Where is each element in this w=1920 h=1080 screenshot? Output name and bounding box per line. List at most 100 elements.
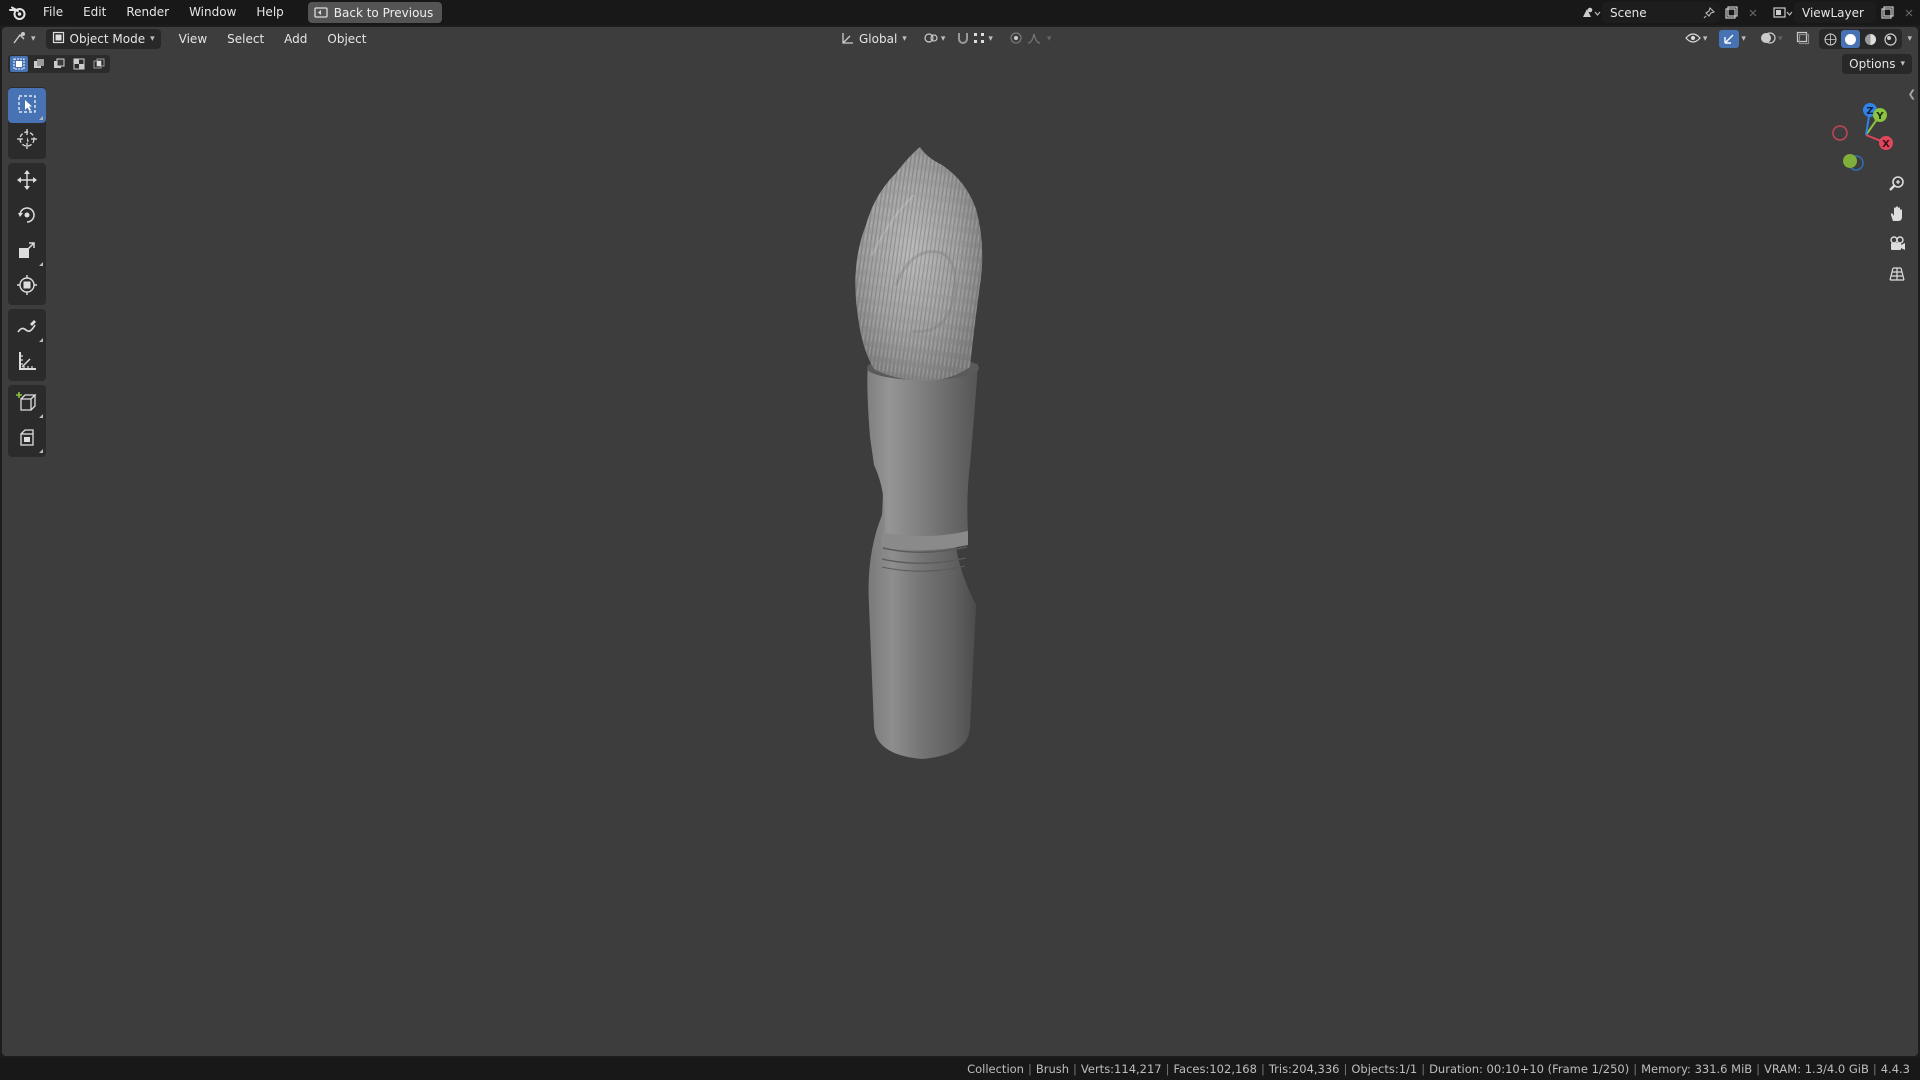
transform-tools-group	[8, 163, 46, 305]
brush-model-render	[792, 135, 1052, 855]
select-subtract-icon[interactable]	[50, 56, 68, 72]
mode-selector[interactable]: Object Mode ▾	[45, 29, 161, 49]
new-viewlayer-icon[interactable]	[1876, 2, 1898, 23]
shading-modes	[1819, 29, 1903, 49]
material-shading-icon[interactable]	[1861, 30, 1880, 48]
xray-toggle[interactable]	[1793, 29, 1813, 49]
cursor-icon	[16, 128, 38, 153]
gizmo-neg-x-icon[interactable]	[1832, 125, 1848, 141]
status-tris: Tris:204,336	[1268, 1062, 1340, 1076]
menu-object[interactable]: Object	[317, 27, 376, 51]
move-icon	[16, 169, 38, 194]
sidebar-toggle-chevron-icon[interactable]: ❮	[1908, 89, 1916, 100]
select-box-icon	[17, 94, 37, 117]
overlays-icon	[1760, 31, 1776, 48]
chevron-down-icon: ▾	[1900, 59, 1905, 69]
solid-shading-icon[interactable]	[1841, 30, 1861, 48]
wireframe-shading-icon[interactable]	[1821, 30, 1840, 48]
navigation-gizmo[interactable]: Z Y X	[1826, 91, 1906, 171]
xray-icon	[1796, 31, 1810, 48]
menu-add[interactable]: Add	[274, 27, 317, 51]
orientation-label: Global	[859, 32, 898, 46]
select-invert-icon[interactable]	[70, 56, 88, 72]
gizmo-z-label: Z	[1866, 106, 1873, 117]
viewlayer-name: ViewLayer	[1802, 5, 1864, 20]
viewlayer-name-field[interactable]: ViewLayer	[1794, 2, 1876, 23]
overlays-toggle[interactable]: ▾	[1757, 29, 1786, 49]
chevron-down-icon: ▾	[902, 34, 907, 44]
transform-tools: Global ▾ ▾ ▾ ▾	[836, 29, 1054, 49]
blender-logo-icon[interactable]	[3, 0, 33, 25]
rendered-shading-icon[interactable]	[1881, 30, 1900, 48]
pan-hand-icon[interactable]	[1883, 200, 1911, 228]
shading-options-chevron-icon[interactable]: ▾	[1907, 34, 1912, 44]
pin-icon[interactable]	[1698, 2, 1720, 23]
selection-mode-buttons	[8, 55, 110, 73]
menu-select[interactable]: Select	[217, 27, 274, 51]
orientation-axes-icon	[840, 31, 854, 48]
zoom-icon[interactable]	[1883, 170, 1911, 198]
move-tool[interactable]	[8, 164, 46, 199]
snap-grid-icon	[972, 31, 986, 48]
add-object-tool[interactable]	[8, 421, 46, 456]
status-collection: Collection	[967, 1062, 1024, 1076]
rotate-tool[interactable]	[8, 199, 46, 234]
transform-tool[interactable]	[8, 269, 46, 304]
gizmo-y-label: Y	[1875, 111, 1884, 122]
chevron-down-icon: ▾	[1046, 34, 1052, 44]
transform-icon	[16, 274, 38, 299]
gizmo-x-label: X	[1882, 139, 1890, 150]
menu-window[interactable]: Window	[179, 0, 246, 25]
orientation-selector[interactable]: Global ▾	[836, 29, 911, 49]
menu-file[interactable]: File	[33, 0, 73, 25]
select-new-icon[interactable]	[10, 56, 28, 72]
camera-icon[interactable]	[1883, 230, 1911, 258]
eye-icon	[1685, 32, 1701, 47]
scene-browse-icon[interactable]	[1580, 2, 1602, 23]
status-active-object: Brush	[1035, 1062, 1070, 1076]
add-object-icon	[16, 426, 38, 451]
add-tools-group	[8, 385, 46, 457]
scene-name-field[interactable]: Scene	[1602, 2, 1720, 23]
editor-type-selector[interactable]: ▾	[8, 29, 40, 49]
menu-render[interactable]: Render	[116, 0, 179, 25]
add-cube-tool[interactable]	[8, 386, 46, 421]
select-intersect-icon[interactable]	[90, 56, 108, 72]
back-to-previous-button[interactable]: Back to Previous	[307, 2, 443, 23]
delete-scene-icon[interactable]	[1742, 2, 1764, 23]
rotate-icon	[16, 204, 38, 229]
chevron-down-icon: ▾	[940, 34, 946, 44]
gizmo-toggle[interactable]: ▾	[1716, 29, 1749, 49]
workspace-selectors: Scene ViewLayer	[1580, 0, 1920, 25]
falloff-curve-icon	[1027, 31, 1043, 48]
gizmo-neg-y-icon[interactable]	[1843, 154, 1857, 168]
measure-tool[interactable]	[8, 345, 46, 380]
tool-variants-indicator	[39, 414, 43, 418]
visibility-selector[interactable]: ▾	[1682, 29, 1711, 49]
viewlayer-browse-icon[interactable]	[1772, 2, 1794, 23]
display-tools: ▾ ▾ ▾ ▾	[1682, 29, 1912, 49]
cursor-tool[interactable]	[8, 123, 46, 158]
select-box-tool[interactable]	[8, 88, 46, 123]
proportional-editing[interactable]: ▾	[1006, 29, 1055, 49]
tool-variants-indicator	[39, 116, 43, 120]
select-extend-icon[interactable]	[30, 56, 48, 72]
options-dropdown[interactable]: Options ▾	[1842, 54, 1912, 74]
delete-viewlayer-icon[interactable]	[1898, 2, 1920, 23]
magnet-icon	[956, 31, 970, 48]
scale-tool[interactable]	[8, 234, 46, 269]
menu-edit[interactable]: Edit	[73, 0, 116, 25]
status-vram: VRAM: 1.3/4.0 GiB	[1764, 1062, 1869, 1076]
pivot-selector[interactable]: ▾	[919, 29, 950, 49]
snap-toggle[interactable]: ▾	[953, 29, 996, 49]
ortho-grid-icon[interactable]	[1883, 260, 1911, 288]
view3d-icon	[12, 31, 28, 48]
status-objects: Objects:1/1	[1351, 1062, 1418, 1076]
menu-help[interactable]: Help	[246, 0, 293, 25]
new-scene-icon[interactable]	[1720, 2, 1742, 23]
status-duration: Duration: 00:10+10 (Frame 1/250)	[1429, 1062, 1630, 1076]
3d-viewport[interactable]: ▾ Object Mode ▾ View Select Add Object G…	[2, 27, 1918, 1056]
measure-icon	[16, 350, 38, 375]
annotate-tool[interactable]	[8, 310, 46, 345]
menu-view[interactable]: View	[169, 27, 217, 51]
